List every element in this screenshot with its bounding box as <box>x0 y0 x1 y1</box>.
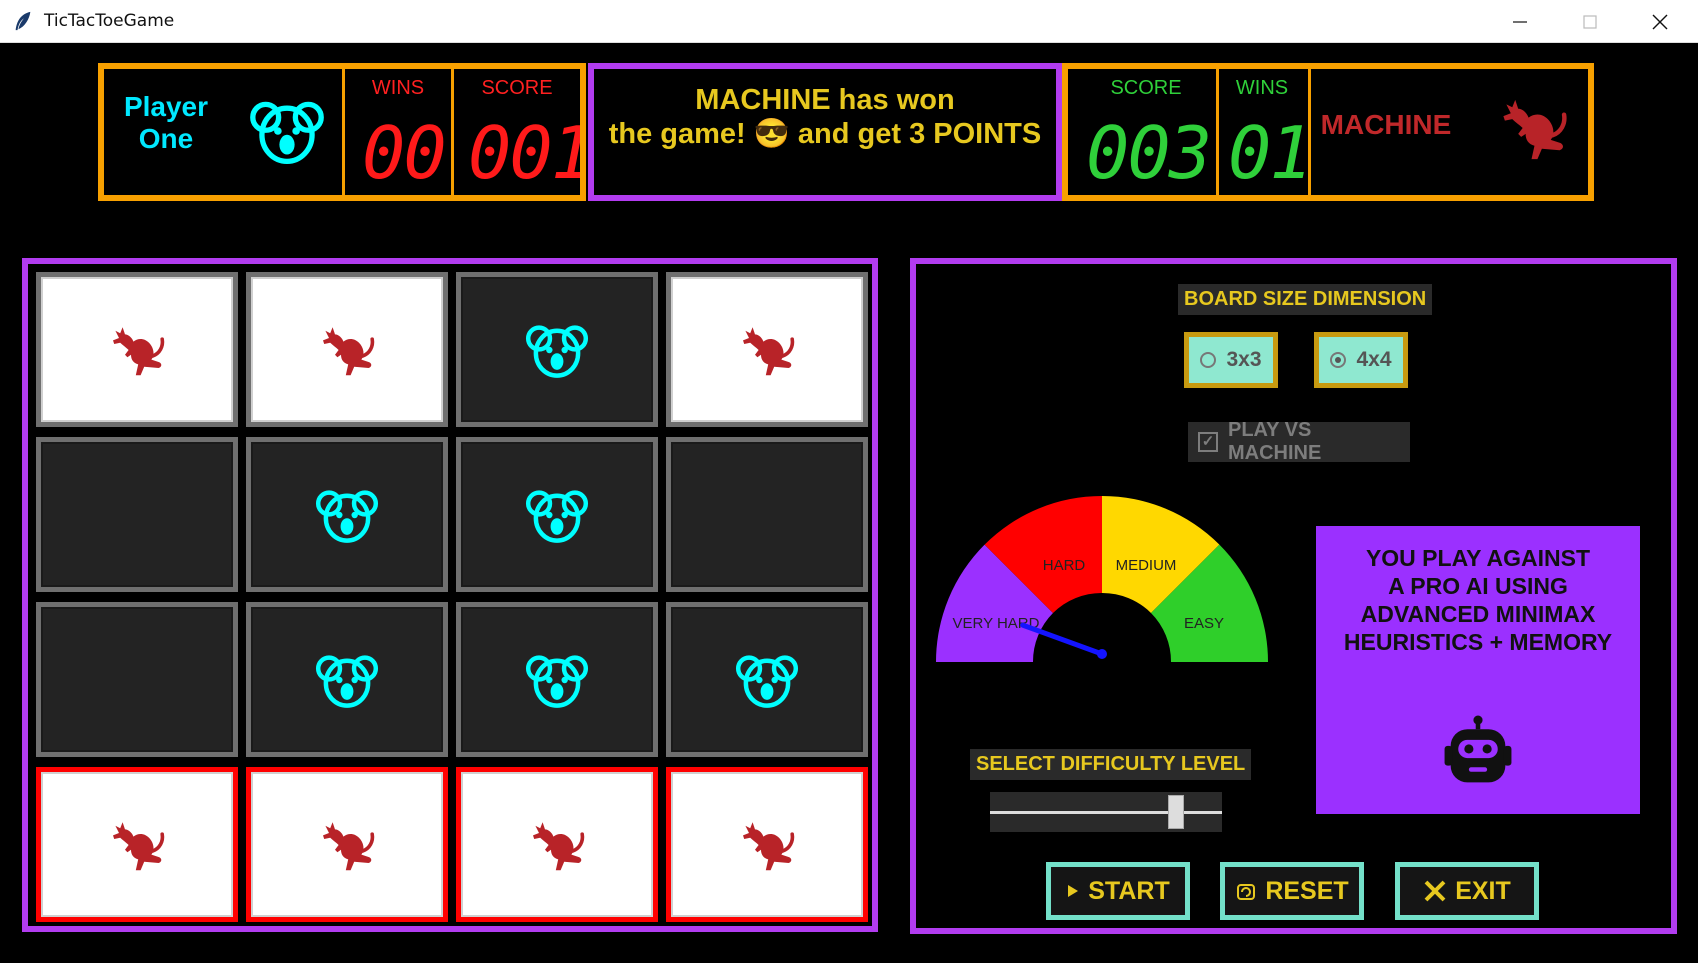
board-cell-r1-c2[interactable] <box>246 272 448 427</box>
board-cell-r4-c1[interactable] <box>36 767 238 922</box>
exit-button[interactable]: EXIT <box>1395 862 1539 920</box>
ai-info-line: ADVANCED MINIMAX <box>1360 601 1596 627</box>
ai-info-line: HEURISTICS + MEMORY <box>1343 629 1613 655</box>
play-icon <box>1068 885 1079 897</box>
reset-button[interactable]: RESET <box>1220 862 1364 920</box>
kangaroo-icon <box>105 320 169 380</box>
gauge-label-hard: HARD <box>1043 557 1086 574</box>
machine-score-label: SCORE <box>1110 77 1182 99</box>
title-bar: TicTacToeGame <box>0 0 1698 43</box>
minimize-button[interactable] <box>1490 0 1550 43</box>
gauge-label-easy: EASY <box>1184 615 1224 632</box>
radio-4x4-label: 4x4 <box>1356 348 1392 371</box>
maximize-button[interactable] <box>1560 0 1620 43</box>
koala-icon <box>314 648 380 712</box>
board-cell-r1-c4[interactable] <box>666 272 868 427</box>
koala-icon <box>524 483 590 547</box>
feather-icon <box>15 11 31 31</box>
machine-score-value: 003 <box>1086 117 1212 189</box>
gauge-needle-hub <box>1097 649 1107 659</box>
exit-button-label: EXIT <box>1455 876 1511 905</box>
kangaroo-icon <box>105 815 169 875</box>
play-vs-machine-label: PLAY VS MACHINE <box>1227 419 1322 464</box>
minimize-icon <box>1513 20 1527 23</box>
close-icon <box>1652 14 1668 29</box>
close-button[interactable] <box>1630 0 1690 43</box>
machine-scoreboard: SCORE 003 WINS 01 MACHINE <box>1062 63 1594 201</box>
difficulty-gauge: VERY HARD HARD MEDIUM EASY <box>936 496 1268 662</box>
kangaroo-icon <box>315 320 379 380</box>
board-cell-r2-c2[interactable] <box>246 437 448 592</box>
board-cell-r4-c4[interactable] <box>666 767 868 922</box>
machine-name: MACHINE <box>1320 109 1452 140</box>
board-cell-r3-c2[interactable] <box>246 602 448 757</box>
koala-icon <box>524 648 590 712</box>
board-cell-r1-c1[interactable] <box>36 272 238 427</box>
machine-wins-label: WINS <box>1235 77 1289 99</box>
slider-line <box>990 811 1222 814</box>
koala-icon <box>248 93 326 169</box>
x-icon <box>1424 880 1446 902</box>
board-size-label: BOARD SIZE DIMENSION <box>1178 284 1433 315</box>
radio-3x3-label: 3x3 <box>1226 348 1262 371</box>
reset-button-label: RESET <box>1265 876 1349 905</box>
game-message-line2: the game! 😎 and get 3 POINTS <box>608 118 1042 150</box>
difficulty-label: SELECT DIFFICULTY LEVEL <box>970 749 1252 780</box>
ai-info-text: YOU PLAY AGAINST A PRO AI USING ADVANCED… <box>1316 544 1640 656</box>
kangaroo-icon <box>735 815 799 875</box>
koala-icon <box>314 483 380 547</box>
board-cell-r2-c1[interactable] <box>36 437 238 592</box>
board-cell-r4-c2[interactable] <box>246 767 448 922</box>
slider-thumb[interactable] <box>1168 795 1184 829</box>
start-button[interactable]: START <box>1046 862 1190 920</box>
player-score-label: SCORE <box>481 77 553 99</box>
radio-3x3-indicator <box>1200 352 1217 368</box>
play-vs-machine-checkbox[interactable]: ✓ PLAY VS MACHINE <box>1188 419 1410 464</box>
reset-icon <box>1237 884 1256 900</box>
player-score-value: 001 <box>468 117 580 189</box>
kangaroo-icon <box>525 815 589 875</box>
gauge-label-medium: MEDIUM <box>1116 557 1177 574</box>
game-message-panel: MACHINE has won the game! 😎 and get 3 PO… <box>588 63 1062 201</box>
board-cell-r4-c3[interactable] <box>456 767 658 922</box>
kangaroo-icon <box>735 320 799 380</box>
checkbox-check-icon: ✓ <box>1198 432 1218 452</box>
game-message: MACHINE has won the game! 😎 and get 3 PO… <box>594 83 1056 151</box>
board-cell-r1-c3[interactable] <box>456 272 658 427</box>
difficulty-slider[interactable] <box>990 792 1222 832</box>
ai-info-line: A PRO AI USING <box>1388 573 1568 599</box>
radio-4x4-indicator <box>1330 352 1347 368</box>
window-title: TicTacToeGame <box>44 11 175 31</box>
koala-icon <box>524 318 590 382</box>
radio-4x4[interactable]: 4x4 <box>1314 332 1408 388</box>
player-name-line2: One <box>138 123 194 154</box>
radio-3x3[interactable]: 3x3 <box>1184 332 1278 388</box>
settings-panel: BOARD SIZE DIMENSION 3x3 4x4 ✓ PLAY VS M… <box>910 258 1677 934</box>
board-cell-r3-c3[interactable] <box>456 602 658 757</box>
start-button-label: START <box>1088 876 1170 905</box>
board-cell-r3-c1[interactable] <box>36 602 238 757</box>
koala-icon <box>734 648 800 712</box>
kangaroo-icon <box>1496 91 1570 165</box>
board-cell-r2-c3[interactable] <box>456 437 658 592</box>
board-cell-r3-c4[interactable] <box>666 602 868 757</box>
machine-wins-value: 01 <box>1228 117 1306 189</box>
game-message-line1: MACHINE has won <box>695 84 955 116</box>
game-board <box>22 258 878 932</box>
kangaroo-icon <box>315 815 379 875</box>
ai-info-line: YOU PLAY AGAINST <box>1365 545 1591 571</box>
robot-icon <box>1440 712 1516 792</box>
gauge-label-very-hard: VERY HARD <box>953 615 1040 632</box>
player-scoreboard: Player One WINS 00 SCORE 001 <box>98 63 586 201</box>
player-wins-value: 00 <box>362 117 447 189</box>
ai-info-box: YOU PLAY AGAINST A PRO AI USING ADVANCED… <box>1316 526 1640 814</box>
board-cell-r2-c4[interactable] <box>666 437 868 592</box>
player-name-line1: Player <box>123 91 209 122</box>
maximize-icon <box>1583 14 1597 29</box>
player-wins-label: WINS <box>371 77 425 99</box>
player-name: Player One <box>116 91 216 155</box>
